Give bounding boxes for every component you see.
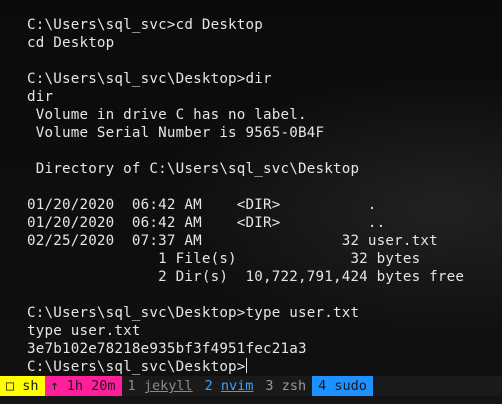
- window-index: 1: [127, 378, 136, 394]
- text-cursor: [245, 358, 247, 373]
- window-name: jekyll: [143, 378, 193, 394]
- terminal-line: 01/20/2020 06:42 AM <DIR> .: [27, 197, 377, 213]
- terminal-line: 02/25/2020 07:37 AM 32 user.txt: [27, 233, 438, 249]
- tmux-status-bar: □ sh ↑ 1h 20m 1 jekyll 2 nvim 3 zsh 4 su…: [0, 376, 502, 396]
- window-index: 2: [204, 378, 213, 394]
- window-index: 4: [318, 378, 327, 394]
- window-tab-zsh[interactable]: 3 zsh: [259, 376, 312, 396]
- window-tab-sudo[interactable]: 4 sudo: [312, 376, 373, 396]
- terminal-line: Volume in drive C has no label.: [27, 107, 307, 123]
- window-bottom-edge: [0, 396, 502, 404]
- window-name: nvim: [220, 378, 254, 394]
- terminal-line: C:\Users\sql_svc\Desktop>dir: [27, 71, 272, 87]
- window-name: zsh: [281, 378, 307, 394]
- terminal-line: type user.txt: [27, 323, 141, 339]
- terminal-line: 2 Dir(s) 10,722,791,424 bytes free: [27, 269, 465, 285]
- terminal-line: C:\Users\sql_svc\Desktop>type user.txt: [27, 305, 360, 321]
- terminal-line: Volume Serial Number is 9565-0B4F: [27, 125, 325, 141]
- terminal-line: 01/20/2020 06:42 AM <DIR> ..: [27, 215, 386, 231]
- prompt-line[interactable]: C:\Users\sql_svc\Desktop>: [27, 358, 464, 376]
- terminal-line: C:\Users\sql_svc>cd Desktop: [27, 17, 264, 33]
- window-name: sudo: [334, 378, 367, 394]
- terminal-output: C:\Users\sql_svc>cd Desktop cd Desktop C…: [27, 16, 464, 376]
- window-index: 3: [265, 378, 274, 394]
- terminal-line: Directory of C:\Users\sql_svc\Desktop: [27, 161, 360, 177]
- window-tab-jekyll[interactable]: 1 jekyll: [122, 376, 199, 396]
- terminal-line: 3e7b102e78218e935bf3f4951fec21a3: [27, 341, 307, 357]
- terminal-line: 1 File(s) 32 bytes: [27, 251, 421, 267]
- prompt-text: C:\Users\sql_svc\Desktop>: [27, 359, 246, 375]
- session-mode-indicator: □ sh: [0, 376, 45, 396]
- terminal-line: cd Desktop: [27, 35, 115, 51]
- terminal-line: dir: [27, 89, 54, 105]
- uptime-indicator: ↑ 1h 20m: [44, 376, 122, 396]
- window-tab-nvim[interactable]: 2 nvim: [199, 376, 260, 396]
- terminal-window[interactable]: C:\Users\sql_svc>cd Desktop cd Desktop C…: [0, 0, 502, 376]
